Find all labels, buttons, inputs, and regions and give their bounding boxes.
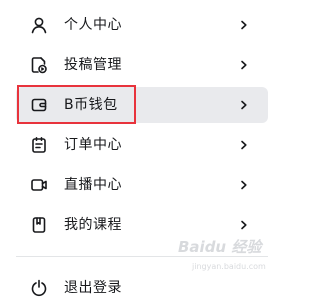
chevron-right-icon <box>238 59 250 71</box>
user-icon <box>30 16 48 34</box>
menu-item-label: 个人中心 <box>64 17 122 33</box>
menu-item-submission-management[interactable]: 投稿管理 <box>16 47 268 83</box>
menu-item-live-center[interactable]: 直播中心 <box>16 167 268 203</box>
menu-item-my-courses[interactable]: 我的课程 <box>16 207 268 243</box>
live-camera-icon <box>30 176 48 194</box>
menu-divider <box>16 256 268 257</box>
menu-item-label: 投稿管理 <box>64 57 122 73</box>
wallet-icon <box>30 96 48 114</box>
menu-item-personal-center[interactable]: 个人中心 <box>16 7 268 43</box>
menu-item-label: B币钱包 <box>64 97 118 113</box>
logout-icon <box>30 279 48 297</box>
user-dropdown-menu: 个人中心 投稿管理 B币钱包 订单中心 直播中心 我的课程 退出登录 Baidu… <box>0 0 274 296</box>
chevron-right-icon <box>238 139 250 151</box>
chevron-right-icon <box>238 99 250 111</box>
course-book-icon <box>30 216 48 234</box>
menu-item-label: 订单中心 <box>64 137 122 153</box>
order-icon <box>30 136 48 154</box>
logout-label: 退出登录 <box>64 280 122 296</box>
chevron-right-icon <box>238 219 250 231</box>
chevron-right-icon <box>238 19 250 31</box>
menu-item-label: 我的课程 <box>64 217 122 233</box>
menu-item-logout[interactable]: 退出登录 <box>16 270 268 306</box>
menu-item-order-center[interactable]: 订单中心 <box>16 127 268 163</box>
menu-item-label: 直播中心 <box>64 177 122 193</box>
upload-video-icon <box>30 56 48 74</box>
menu-item-bcoin-wallet[interactable]: B币钱包 <box>16 87 268 123</box>
chevron-right-icon <box>238 179 250 191</box>
